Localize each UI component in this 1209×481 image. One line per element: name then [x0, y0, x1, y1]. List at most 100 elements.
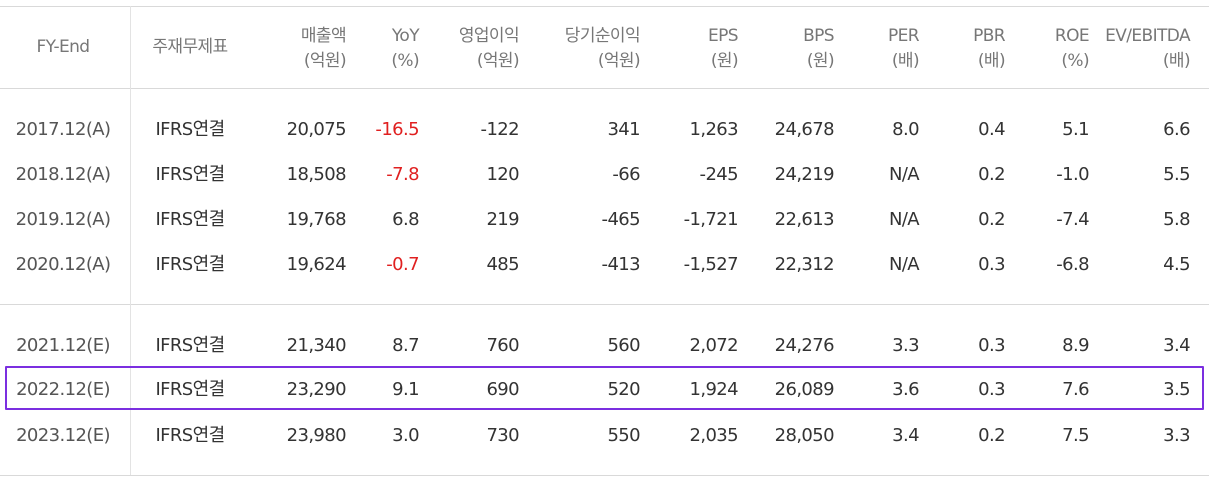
cell-eps: -245 [699, 164, 739, 185]
cell-eps: -1,527 [683, 254, 739, 275]
cell-op-income: 219 [486, 209, 519, 230]
cell-roe: -6.8 [1056, 254, 1089, 275]
cell-yoy: -16.5 [375, 119, 419, 140]
cell-roe: -1.0 [1056, 164, 1089, 185]
cell-ev-ebitda: 5.5 [1163, 164, 1190, 185]
cell-revenue: 20,075 [286, 119, 347, 140]
cell-roe: 5.1 [1062, 119, 1089, 140]
header-fy-end-label: FY-End [36, 37, 91, 57]
cell-ev-ebitda: 5.8 [1163, 209, 1190, 230]
cell-net-income: 341 [607, 119, 640, 140]
cell-basis: IFRS연결 [155, 119, 225, 140]
cell-eps: 2,035 [689, 425, 738, 446]
cell-fy-end: 2020.12(A) [15, 254, 111, 275]
cell-per: 3.4 [892, 425, 919, 446]
cell-per: N/A [888, 254, 920, 275]
cell-roe: 8.9 [1062, 335, 1089, 356]
header-net-income-unit: (억원) [597, 51, 641, 71]
cell-eps: 1,263 [689, 119, 738, 140]
header-yoy-unit: (%) [391, 51, 419, 71]
header-ev-ebitda-label: EV/EBITDA [1105, 26, 1191, 46]
cell-revenue: 19,768 [286, 209, 347, 230]
cell-fy-end: 2021.12(E) [16, 335, 110, 356]
cell-ev-ebitda: 3.5 [1163, 379, 1190, 400]
cell-pbr: 0.3 [978, 379, 1005, 400]
cell-basis: IFRS연결 [155, 254, 225, 275]
cell-pbr: 0.3 [978, 335, 1005, 356]
header-revenue-label: 매출액 [300, 26, 347, 46]
actual-estimate-divider [0, 304, 1209, 305]
table-top-border [0, 6, 1209, 7]
cell-yoy: 9.1 [392, 379, 419, 400]
header-pbr-label: PBR [973, 26, 1006, 46]
cell-ev-ebitda: 4.5 [1163, 254, 1190, 275]
cell-net-income: 560 [607, 335, 640, 356]
header-yoy-label: YoY [391, 26, 420, 46]
cell-bps: 22,613 [774, 209, 835, 230]
cell-eps: 2,072 [689, 335, 738, 356]
cell-per: 3.3 [892, 335, 919, 356]
cell-bps: 24,219 [774, 164, 835, 185]
cell-bps: 26,089 [774, 379, 835, 400]
cell-pbr: 0.2 [978, 425, 1005, 446]
cell-per: 3.6 [892, 379, 919, 400]
header-per-unit: (배) [891, 51, 920, 71]
cell-ev-ebitda: 3.3 [1163, 425, 1190, 446]
cell-revenue: 23,290 [286, 379, 347, 400]
header-basis-label: 주재무제표 [152, 37, 228, 57]
cell-yoy: -0.7 [386, 254, 419, 275]
header-op-income-label: 영업이익 [458, 26, 520, 46]
cell-ev-ebitda: 6.6 [1163, 119, 1190, 140]
cell-op-income: 690 [486, 379, 519, 400]
header-roe-unit: (%) [1061, 51, 1089, 71]
cell-eps: -1,721 [683, 209, 739, 230]
header-roe-label: ROE [1054, 26, 1090, 46]
financial-table: FY-End 주재무제표 매출액 (억원) YoY (%) 영업이익 (억원) 당기순이익 (억원… [0, 0, 1209, 481]
cell-basis: IFRS연결 [155, 379, 225, 400]
cell-pbr: 0.4 [978, 119, 1005, 140]
header-eps-label: EPS [708, 26, 739, 46]
cell-eps: 1,924 [689, 379, 738, 400]
cell-revenue: 18,508 [286, 164, 347, 185]
cell-net-income: 550 [607, 425, 640, 446]
cell-fy-end: 2018.12(A) [15, 164, 111, 185]
cell-op-income: 730 [486, 425, 519, 446]
table-bottom-border [0, 475, 1209, 476]
cell-bps: 22,312 [774, 254, 835, 275]
cell-net-income: 520 [607, 379, 640, 400]
cell-per: N/A [888, 164, 920, 185]
cell-ev-ebitda: 3.4 [1163, 335, 1190, 356]
cell-basis: IFRS연결 [155, 335, 225, 356]
cell-bps: 24,678 [774, 119, 835, 140]
header-bottom-border [0, 88, 1209, 89]
cell-bps: 28,050 [774, 425, 835, 446]
cell-yoy: 6.8 [392, 209, 419, 230]
cell-per: N/A [888, 209, 920, 230]
cell-fy-end: 2019.12(A) [15, 209, 111, 230]
cell-fy-end: 2022.12(E) [16, 379, 110, 400]
cell-net-income: -66 [612, 164, 640, 185]
cell-fy-end: 2023.12(E) [16, 425, 110, 446]
cell-op-income: 485 [486, 254, 519, 275]
header-eps-unit: (원) [710, 51, 739, 71]
cell-net-income: -413 [601, 254, 641, 275]
header-bps-label: BPS [803, 26, 835, 46]
cell-yoy: 8.7 [392, 335, 419, 356]
cell-revenue: 19,624 [286, 254, 347, 275]
cell-basis: IFRS연결 [155, 209, 225, 230]
cell-roe: 7.6 [1062, 379, 1089, 400]
cell-bps: 24,276 [774, 335, 835, 356]
cell-per: 8.0 [892, 119, 919, 140]
cell-revenue: 21,340 [286, 335, 347, 356]
cell-op-income: 120 [486, 164, 519, 185]
header-revenue-unit: (억원) [303, 51, 347, 71]
header-pbr-unit: (배) [977, 51, 1006, 71]
cell-fy-end: 2017.12(A) [15, 119, 111, 140]
cell-roe: -7.4 [1056, 209, 1089, 230]
cell-yoy: 3.0 [392, 425, 419, 446]
header-per-label: PER [887, 26, 920, 46]
header-ev-ebitda-unit: (배) [1162, 51, 1191, 71]
cell-op-income: -122 [480, 119, 520, 140]
cell-pbr: 0.2 [978, 164, 1005, 185]
cell-op-income: 760 [486, 335, 519, 356]
